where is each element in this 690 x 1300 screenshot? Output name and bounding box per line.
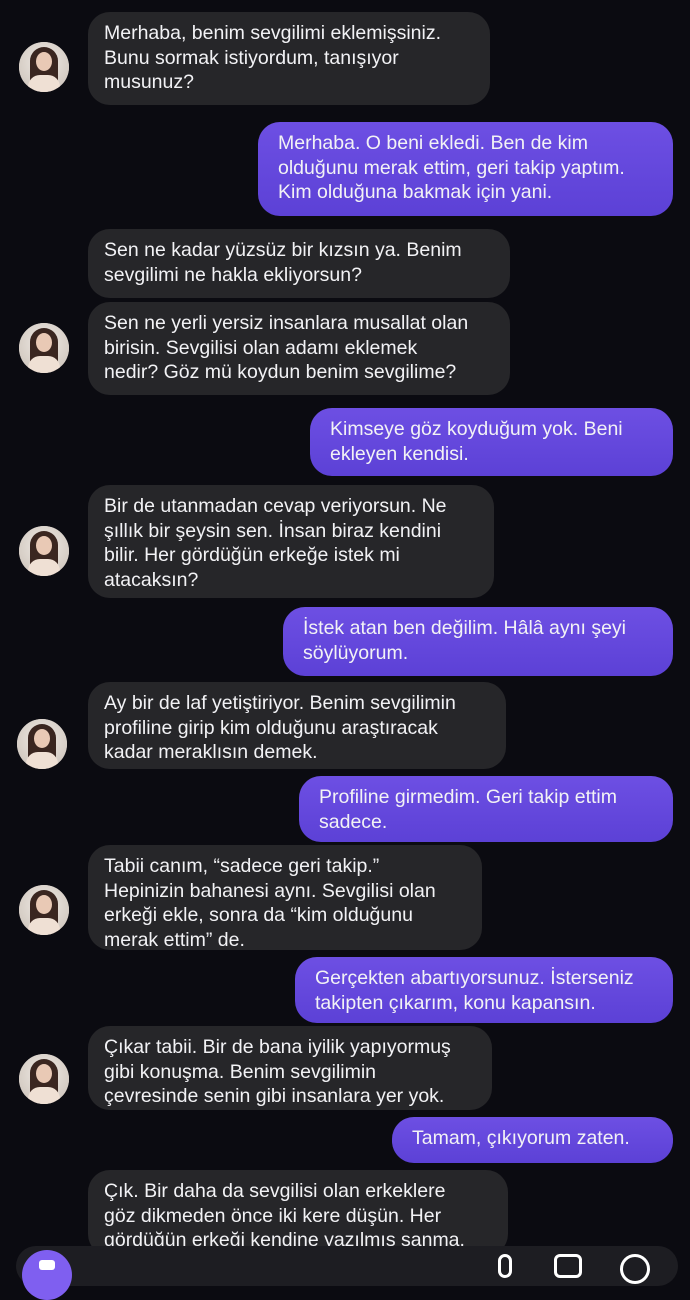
incoming-message[interactable]: Sen ne yerli yersiz insanlara musallat o… [88,302,510,395]
incoming-message[interactable]: Bir de utanmadan cevap veriyorsun. Ne şı… [88,485,494,598]
incoming-message[interactable]: Ay bir de laf yetiştiriyor. Benim sevgil… [88,682,506,769]
outgoing-message[interactable]: Profiline girmedim. Geri takip ettim sad… [299,776,673,842]
message-thread: Merhaba, benim sevgilimi eklemişsiniz. B… [0,0,690,1266]
outgoing-message[interactable]: İstek atan ben değilim. Hâlâ aynı şeyi s… [283,607,673,676]
contact-avatar[interactable] [19,1054,69,1104]
outgoing-message[interactable]: Merhaba. O beni ekledi. Ben de kim olduğ… [258,122,673,216]
outgoing-message[interactable]: Tamam, çıkıyorum zaten. [392,1117,673,1163]
message-composer[interactable] [16,1246,678,1300]
incoming-message[interactable]: Merhaba, benim sevgilimi eklemişsiniz. B… [88,12,490,105]
incoming-message[interactable]: Sen ne kadar yüzsüz bir kızsın ya. Benim… [88,229,510,298]
contact-avatar[interactable] [17,719,67,769]
outgoing-message[interactable]: Kimseye göz koyduğum yok. Beni ekleyen k… [310,408,673,476]
contact-avatar[interactable] [19,42,69,92]
incoming-message[interactable]: Çıkar tabii. Bir de bana iyilik yapıyorm… [88,1026,492,1110]
contact-avatar[interactable] [19,526,69,576]
incoming-message[interactable]: Çık. Bir daha da sevgilisi olan erkekler… [88,1170,508,1256]
camera-icon[interactable] [22,1250,72,1300]
outgoing-message[interactable]: Gerçekten abartıyorsunuz. İsterseniz tak… [295,957,673,1023]
sticker-icon[interactable] [620,1254,650,1284]
gallery-icon[interactable] [554,1254,582,1278]
contact-avatar[interactable] [19,323,69,373]
microphone-icon[interactable] [498,1254,512,1278]
incoming-message[interactable]: Tabii canım, “sadece geri takip.” Hepini… [88,845,482,951]
contact-avatar[interactable] [19,885,69,935]
